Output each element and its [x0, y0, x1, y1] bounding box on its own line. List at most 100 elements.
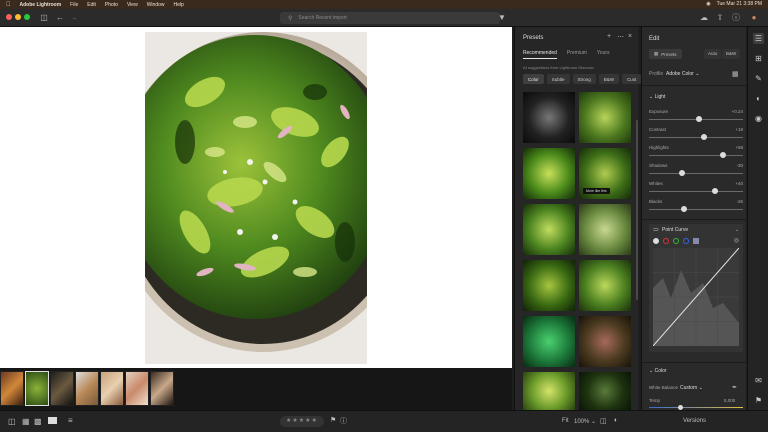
menu-photo[interactable]: Photo — [105, 2, 118, 8]
category-color[interactable]: Color — [523, 74, 544, 84]
eyedropper-icon[interactable]: ✒ — [732, 384, 737, 391]
add-preset-icon[interactable]: + — [607, 33, 611, 40]
slider-track[interactable] — [649, 155, 743, 156]
slider-value[interactable]: -30 — [736, 163, 743, 168]
slider-track[interactable] — [649, 173, 743, 174]
slider-value[interactable]: +0.24 — [732, 109, 743, 114]
healing-brush-icon[interactable]: ✎ — [753, 73, 764, 84]
color-section-header[interactable]: ⌄ Color — [649, 368, 667, 374]
detail-view-icon[interactable] — [48, 417, 57, 424]
filmstrip-thumb[interactable] — [125, 371, 149, 406]
wifi-icon[interactable]: ◉ — [706, 1, 710, 7]
channel-green-icon[interactable] — [673, 238, 679, 244]
comments-icon[interactable]: ✉ — [753, 375, 764, 386]
parametric-curve-icon[interactable] — [693, 238, 699, 244]
slider-value[interactable]: +58 — [735, 145, 743, 150]
back-arrow-icon[interactable]: ← — [54, 12, 66, 24]
preset-tile[interactable] — [579, 316, 631, 367]
curve-options-icon[interactable]: ⌄ — [735, 227, 739, 233]
share-icon[interactable]: ⇧ — [714, 12, 726, 24]
filmstrip-thumb[interactable] — [150, 371, 174, 406]
slider-knob[interactable] — [678, 170, 685, 176]
channel-red-icon[interactable] — [663, 238, 669, 244]
curve-edit-icon[interactable]: ⥰ — [653, 226, 659, 234]
slider-value[interactable]: +18 — [735, 127, 743, 132]
masking-icon[interactable]: ◐ — [753, 93, 764, 104]
menu-help[interactable]: Help — [173, 2, 183, 8]
slider-track[interactable] — [649, 209, 743, 210]
white-balance-dropdown[interactable]: Custom ⌄ — [680, 385, 703, 391]
slider-track[interactable] — [649, 191, 743, 192]
versions-button[interactable]: Versions — [683, 418, 706, 424]
cloud-sync-icon[interactable]: ☁ — [698, 12, 710, 24]
slider-value[interactable]: -26 — [736, 199, 743, 204]
filmstrip-thumb[interactable] — [100, 371, 124, 406]
curve-graph[interactable] — [653, 248, 739, 346]
fit-label[interactable]: Fit — [562, 418, 569, 424]
presets-scrollbar[interactable] — [636, 120, 638, 300]
sort-icon[interactable]: ≡ — [68, 416, 73, 425]
before-after-icon[interactable]: ◐ — [614, 417, 618, 424]
slider-track[interactable] — [649, 137, 743, 138]
slider-whites[interactable]: Whites +40 — [649, 181, 743, 197]
menubar-datetime[interactable]: Tue Mar 21 3:38 PM — [717, 1, 762, 7]
filmstrip-thumb[interactable] — [50, 371, 74, 406]
temp-slider-track[interactable] — [649, 407, 743, 408]
preset-tile[interactable] — [523, 92, 575, 143]
sidebar-toggle-icon[interactable]: ◫ — [38, 12, 50, 24]
target-adjust-icon[interactable]: ◎ — [734, 237, 739, 244]
apple-icon[interactable]:  — [6, 2, 11, 8]
bw-button[interactable]: B&W — [722, 49, 741, 59]
slider-highlights[interactable]: Highlights +58 — [649, 145, 743, 161]
slider-value[interactable]: +40 — [735, 181, 743, 186]
category-bw[interactable]: B&W — [598, 74, 620, 84]
category-custom[interactable]: Cust — [622, 74, 642, 84]
grid-view-icon[interactable]: ▦ — [22, 417, 30, 426]
sidebar-panel-icon[interactable]: ◫ — [8, 417, 16, 426]
filmstrip-thumb[interactable] — [75, 371, 99, 406]
flag-icon[interactable]: ⚑ — [330, 416, 336, 424]
profile-browser-icon[interactable]: ▦ — [732, 70, 739, 78]
preset-tile[interactable] — [579, 92, 631, 143]
star-rating[interactable]: ★★★★★ — [280, 416, 324, 427]
slider-knob[interactable] — [695, 116, 702, 122]
slider-knob[interactable] — [701, 134, 708, 140]
menu-edit[interactable]: Edit — [87, 2, 96, 8]
info-icon[interactable]: ⓘ — [340, 416, 347, 426]
tag-icon[interactable]: ⚑ — [753, 395, 764, 406]
channel-blue-icon[interactable] — [683, 238, 689, 244]
preset-tile[interactable] — [579, 204, 631, 255]
help-icon[interactable]: ⓘ — [730, 12, 742, 24]
more-options-icon[interactable]: ⋯ — [617, 33, 624, 41]
zoom-window-button[interactable] — [24, 14, 30, 20]
preset-tile[interactable] — [523, 372, 575, 410]
presets-toggle-button[interactable]: ▦ Presets — [649, 49, 682, 59]
slider-shadows[interactable]: Shadows -30 — [649, 163, 743, 179]
category-strong[interactable]: Strong — [572, 74, 596, 84]
slider-knob[interactable] — [711, 188, 718, 194]
menu-window[interactable]: Window — [147, 2, 165, 8]
slider-contrast[interactable]: Contrast +18 — [649, 127, 743, 143]
slider-knob[interactable] — [720, 152, 727, 158]
minimize-window-button[interactable] — [15, 14, 21, 20]
light-section-header[interactable]: ⌄ Light — [649, 94, 665, 100]
filter-icon[interactable]: ▼ — [496, 12, 508, 24]
preset-tile[interactable] — [523, 260, 575, 311]
close-window-button[interactable] — [6, 14, 12, 20]
menu-app-name[interactable]: Adobe Lightroom — [20, 2, 62, 8]
tab-recommended[interactable]: Recommended — [523, 50, 557, 59]
photo-canvas[interactable] — [0, 27, 512, 368]
square-grid-icon[interactable]: ▩ — [34, 417, 42, 426]
auto-button[interactable]: Auto — [704, 49, 722, 59]
compare-icon[interactable]: ◫ — [600, 417, 607, 425]
menu-view[interactable]: View — [127, 2, 138, 8]
category-subtle[interactable]: Subtle — [546, 74, 570, 84]
preset-tile[interactable]: More like this — [579, 148, 631, 199]
crop-icon[interactable]: ⊞ — [753, 53, 764, 64]
tab-yours[interactable]: Yours — [597, 50, 610, 59]
zoom-dropdown[interactable]: 100% ⌄ — [574, 418, 596, 425]
filmstrip-thumb[interactable] — [0, 371, 24, 406]
profile-dropdown[interactable]: Adobe Color ⌄ — [666, 71, 699, 77]
search-field[interactable]: ⚲ Search Recent import — [280, 12, 500, 24]
preset-tile[interactable] — [523, 316, 575, 367]
